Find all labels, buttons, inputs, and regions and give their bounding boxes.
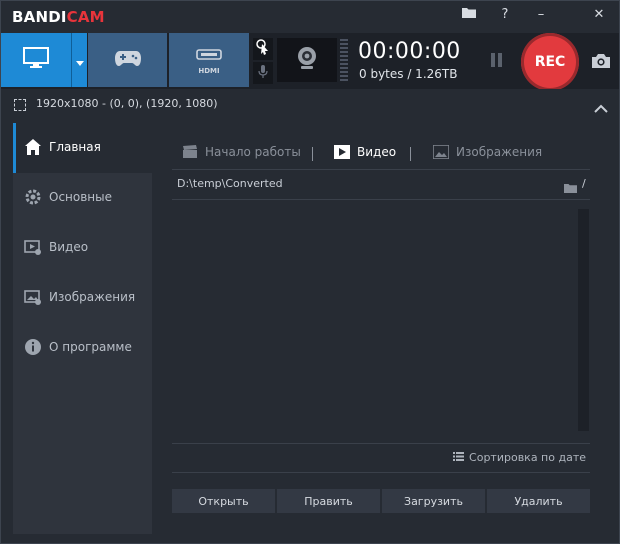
hdmi-label: HDMI (198, 66, 220, 75)
chevron-down-icon (75, 51, 84, 70)
info-icon (24, 338, 42, 356)
game-mode-button[interactable] (88, 33, 167, 87)
file-list-scrollbar[interactable] (578, 209, 589, 431)
rec-button[interactable]: REC (521, 33, 579, 91)
close-icon[interactable]: ✕ (587, 5, 611, 25)
sidebar-item-about[interactable]: О программе (13, 323, 152, 373)
folder-path-row: D:\temp\Converted / (172, 171, 590, 200)
upload-button[interactable]: Загрузить (382, 489, 485, 513)
sidebar-item-label: Видео (49, 240, 89, 254)
main-panel: Начало работы Видео Изображения D:\temp\… (152, 123, 609, 534)
sidebar-item-label: Главная (49, 140, 101, 154)
sidebar-item-home[interactable]: Главная (13, 123, 152, 173)
gamepad-icon (114, 49, 142, 71)
sort-button[interactable]: Сортировка по дате (453, 451, 586, 464)
pause-icon (491, 53, 495, 67)
cursor-effect-button[interactable] (253, 38, 273, 60)
mode-dropdown-button[interactable] (71, 33, 87, 87)
chevron-up-icon (594, 98, 608, 117)
video-settings-icon (24, 238, 42, 256)
list-icon (453, 451, 465, 464)
capture-area-text: 1920x1080 - (0, 0), (1920, 1080) (36, 97, 218, 110)
monitor-icon (23, 47, 49, 73)
sidebar: Главная Основные Видео Изображения О про… (13, 123, 152, 534)
file-actions: Открыть Править Загрузить Удалить (172, 489, 590, 513)
webcam-overlay-button[interactable] (277, 38, 337, 82)
recording-timer: 00:00:00 (358, 39, 461, 64)
screen-mode-button[interactable] (1, 33, 71, 87)
edit-button[interactable]: Править (277, 489, 380, 513)
sidebar-item-images[interactable]: Изображения (13, 273, 152, 323)
tab-separator (410, 147, 411, 161)
gear-icon (24, 188, 42, 206)
folder-icon[interactable] (457, 5, 481, 25)
tab-separator (312, 147, 313, 161)
file-list[interactable] (172, 203, 590, 441)
sort-row: Сортировка по дате (172, 443, 590, 473)
delete-button[interactable]: Удалить (487, 489, 590, 513)
hdmi-mode-button[interactable]: HDMI (169, 33, 249, 87)
path-trailing[interactable]: / (582, 177, 586, 190)
tab-video[interactable]: Видео (334, 145, 396, 159)
tab-label: Начало работы (205, 145, 301, 159)
tab-images[interactable]: Изображения (432, 144, 543, 160)
collapse-button[interactable] (594, 98, 608, 113)
picture-icon (432, 144, 450, 160)
folder-path: D:\temp\Converted (177, 177, 283, 190)
content-tabs: Начало работы Видео Изображения (172, 141, 590, 170)
tab-label: Изображения (456, 145, 543, 159)
cursor-click-icon (256, 39, 270, 59)
clapperboard-icon (182, 145, 198, 159)
sidebar-item-video[interactable]: Видео (13, 223, 152, 273)
tab-label: Видео (357, 145, 397, 159)
pause-button[interactable] (489, 53, 505, 69)
hdmi-icon (196, 46, 222, 65)
image-settings-icon (24, 288, 42, 306)
microphone-button[interactable] (253, 62, 273, 84)
open-button[interactable]: Открыть (172, 489, 275, 513)
recording-size: 0 bytes / 1.26TB (359, 67, 458, 81)
microphone-icon (258, 64, 268, 83)
help-icon[interactable]: ? (493, 5, 517, 25)
capture-area-bar: 1920x1080 - (0, 0), (1920, 1080) (1, 89, 619, 119)
play-icon (334, 145, 350, 159)
sidebar-item-label: О программе (49, 340, 132, 354)
minimize-icon[interactable]: – (529, 5, 553, 25)
home-icon (24, 138, 42, 156)
title-bar: BANDICAM ? – ✕ (1, 1, 619, 33)
selection-area-icon[interactable] (14, 99, 26, 111)
toolbar: HDMI 00:00:00 0 bytes / 1.26TB REC (1, 33, 619, 91)
tab-getting-started[interactable]: Начало работы (182, 145, 301, 159)
camera-icon (591, 54, 611, 73)
screenshot-button[interactable] (591, 53, 613, 71)
sidebar-item-general[interactable]: Основные (13, 173, 152, 223)
sidebar-item-label: Основные (49, 190, 113, 204)
bandicam-window: BANDICAM ? – ✕ HDMI 00:00:00 0 bytes / 1… (0, 0, 620, 544)
app-logo: BANDICAM (12, 8, 105, 26)
sidebar-item-label: Изображения (49, 290, 136, 304)
webcam-icon (296, 46, 318, 74)
sort-label: Сортировка по дате (469, 451, 586, 464)
open-folder-icon[interactable] (564, 178, 577, 193)
toolbar-separator (340, 39, 348, 83)
